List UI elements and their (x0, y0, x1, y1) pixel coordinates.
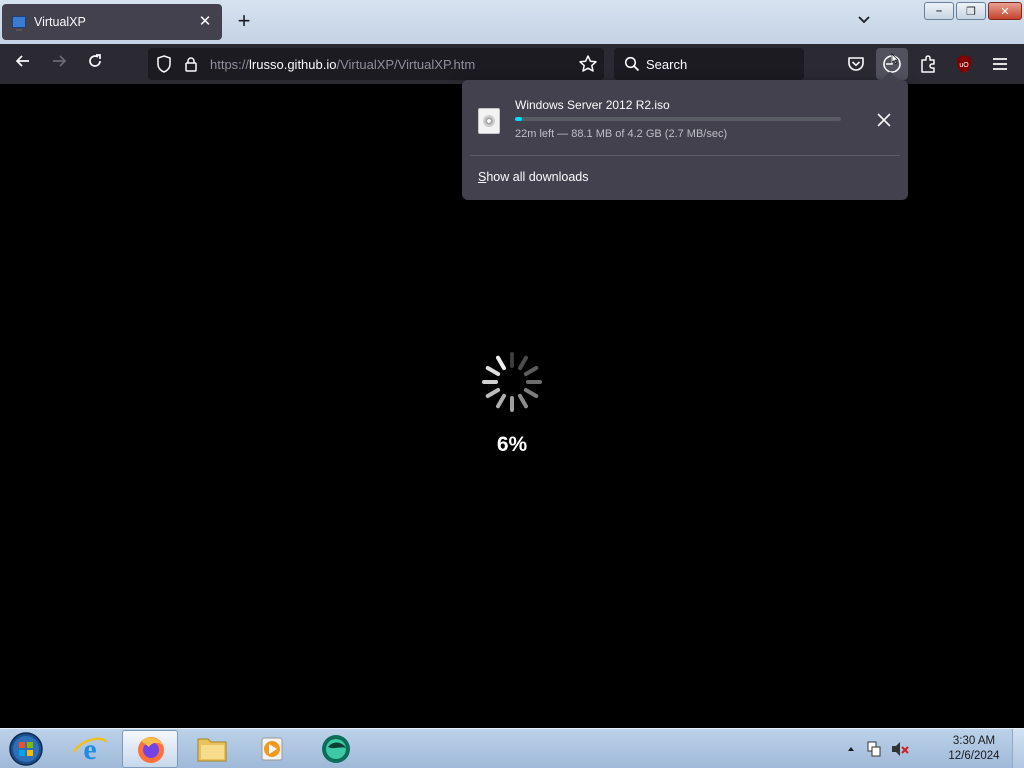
system-tray (842, 737, 922, 761)
chevron-down-icon (858, 16, 870, 24)
green-globe-app-icon (322, 735, 350, 763)
show-desktop-button[interactable] (1012, 729, 1024, 768)
arrow-right-icon (53, 55, 67, 67)
downloads-panel: Windows Server 2012 R2.iso 22m left — 88… (462, 71, 908, 200)
reload-button[interactable] (82, 52, 108, 76)
spinner-segment (496, 355, 506, 371)
taskbar-app-green[interactable] (308, 730, 364, 768)
show-hidden-icons-icon (848, 747, 854, 751)
navigation-toolbar: https://lrusso.github.io/VirtualXP/Virtu… (0, 44, 1024, 84)
url-scheme: https:// (210, 57, 250, 72)
media-player-icon (261, 737, 283, 761)
clock-time: 3:30 AM (952, 735, 996, 747)
taskbar-firefox[interactable] (122, 730, 178, 768)
tab-title: VirtualXP (34, 15, 86, 29)
download-status: 22m left — 88.1 MB of 4.2 GB (2.7 MB/sec… (515, 128, 728, 140)
download-file-name: Windows Server 2012 R2.iso (515, 98, 670, 112)
download-progress-bar (515, 117, 841, 121)
url-host: lrusso.github.io (249, 57, 337, 72)
taskbar-media-player[interactable] (244, 730, 300, 768)
arrow-left-icon (15, 55, 29, 67)
loading-progress-text: 6% (496, 433, 528, 456)
monitor-favicon-icon (12, 16, 26, 31)
restore-icon: ❐ (966, 5, 976, 18)
internet-explorer-icon: e (72, 733, 108, 766)
spinner-segment (485, 388, 501, 398)
loading-spinner-icon (482, 352, 542, 412)
spinner-segment (485, 366, 501, 376)
iso-file-icon (478, 108, 500, 134)
ublock-origin-icon[interactable]: uO (952, 52, 976, 76)
pocket-icon[interactable] (844, 52, 868, 76)
show-all-downloads-button[interactable]: Show all downloads (478, 170, 589, 184)
folder-icon (197, 738, 227, 762)
svg-text:uO: uO (959, 62, 969, 69)
search-placeholder: Search (646, 57, 688, 72)
panel-divider (470, 155, 900, 156)
hamburger-menu-icon[interactable] (988, 52, 1012, 76)
show-all-label: how all downloads (486, 170, 589, 184)
firefox-icon (138, 737, 164, 763)
back-button[interactable] (10, 52, 36, 76)
reload-icon (89, 54, 101, 67)
url-path: /VirtualXP/VirtualXP.htm (336, 57, 476, 72)
taskbar-clock[interactable]: 3:30 AM 12/6/2024 (938, 734, 1010, 764)
tray-icons (848, 741, 909, 757)
search-bar[interactable]: Search (614, 48, 804, 80)
spinner-segment (496, 393, 506, 409)
taskbar-internet-explorer[interactable]: e (62, 730, 118, 768)
forward-button[interactable] (46, 52, 72, 76)
spinner-segment (523, 388, 539, 398)
taskbar-file-explorer[interactable] (184, 730, 240, 768)
tab-close-button[interactable]: ✕ (196, 13, 214, 31)
download-progress-fill (515, 117, 522, 121)
address-bar[interactable]: https://lrusso.github.io/VirtualXP/Virtu… (148, 48, 604, 80)
lock-icon[interactable] (184, 56, 198, 72)
clock-date: 12/6/2024 (948, 750, 1000, 762)
tracking-protection-shield-icon[interactable] (156, 55, 172, 73)
minimize-icon: – (935, 5, 943, 17)
start-orb-icon[interactable] (6, 730, 46, 768)
search-icon (624, 56, 640, 72)
cancel-download-close-icon[interactable] (874, 110, 894, 130)
extensions-puzzle-icon[interactable] (916, 52, 940, 76)
tab-virtualxp[interactable]: VirtualXP ✕ (2, 4, 222, 40)
restore-button[interactable]: ❐ (956, 2, 986, 20)
spinner-segment (518, 393, 528, 409)
window-controls: – ❐ ✕ (924, 2, 1022, 20)
download-item[interactable]: Windows Server 2012 R2.iso 22m left — 88… (470, 88, 900, 150)
windows-taskbar: e 3:30 AM 12/6/2024 (0, 728, 1024, 768)
close-icon: ✕ (1000, 5, 1010, 18)
close-window-button[interactable]: ✕ (988, 2, 1022, 20)
minimize-button[interactable]: – (924, 2, 954, 20)
url-text[interactable]: https://lrusso.github.io/VirtualXP/Virtu… (210, 57, 475, 72)
new-tab-button[interactable]: + (232, 10, 256, 34)
spinner-segment (518, 355, 528, 371)
list-all-tabs-button[interactable] (852, 12, 876, 32)
bookmark-star-icon[interactable] (578, 54, 598, 74)
spinner-segment (523, 366, 539, 376)
